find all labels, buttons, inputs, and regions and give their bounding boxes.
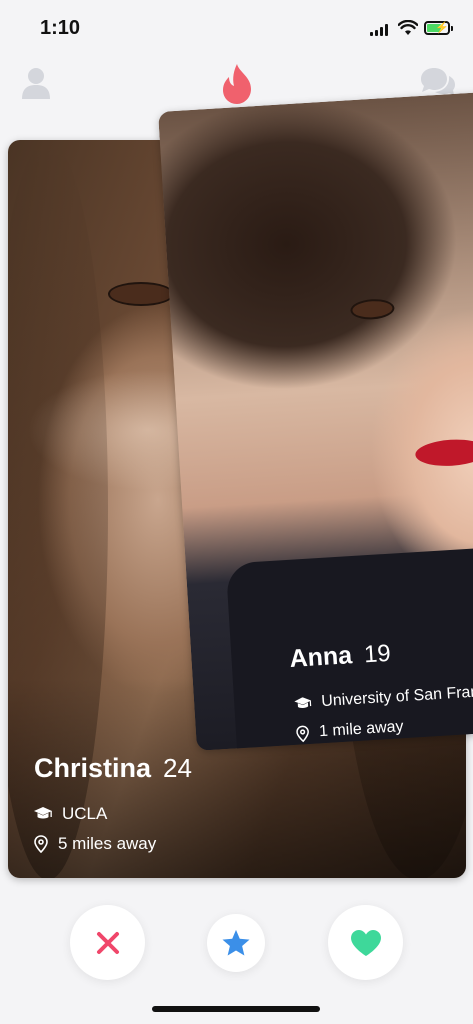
- profile-distance: 5 miles away: [58, 834, 157, 853]
- profile-icon[interactable]: [20, 66, 52, 100]
- status-time: 1:10: [40, 17, 81, 39]
- graduation-cap-icon: [34, 807, 52, 819]
- graduation-cap-icon: [294, 696, 312, 708]
- profile-name: Christina: [34, 753, 152, 783]
- cellular-signal-icon: [370, 24, 390, 36]
- home-indicator[interactable]: [152, 1006, 320, 1012]
- profile-name: Anna: [288, 641, 353, 673]
- location-pin-icon: [296, 725, 309, 742]
- like-button[interactable]: [328, 905, 403, 980]
- superlike-button[interactable]: [207, 914, 265, 972]
- profile-age: 24: [163, 753, 192, 783]
- profile-card-anna[interactable]: Anna 19 University of San Francisco 1 mi…: [158, 91, 473, 751]
- battery-icon: ⚡: [424, 21, 450, 35]
- nope-button[interactable]: [70, 905, 145, 980]
- photo-detail: [414, 437, 473, 468]
- wifi-icon: [398, 20, 418, 35]
- flame-icon[interactable]: [220, 64, 254, 104]
- profile-school: UCLA: [62, 804, 108, 823]
- close-icon: [96, 931, 119, 954]
- heart-icon: [350, 929, 381, 956]
- location-pin-icon: [34, 835, 48, 853]
- status-bar: 1:10 ⚡: [0, 0, 473, 56]
- star-icon: [222, 929, 250, 956]
- profile-age: 19: [363, 639, 392, 669]
